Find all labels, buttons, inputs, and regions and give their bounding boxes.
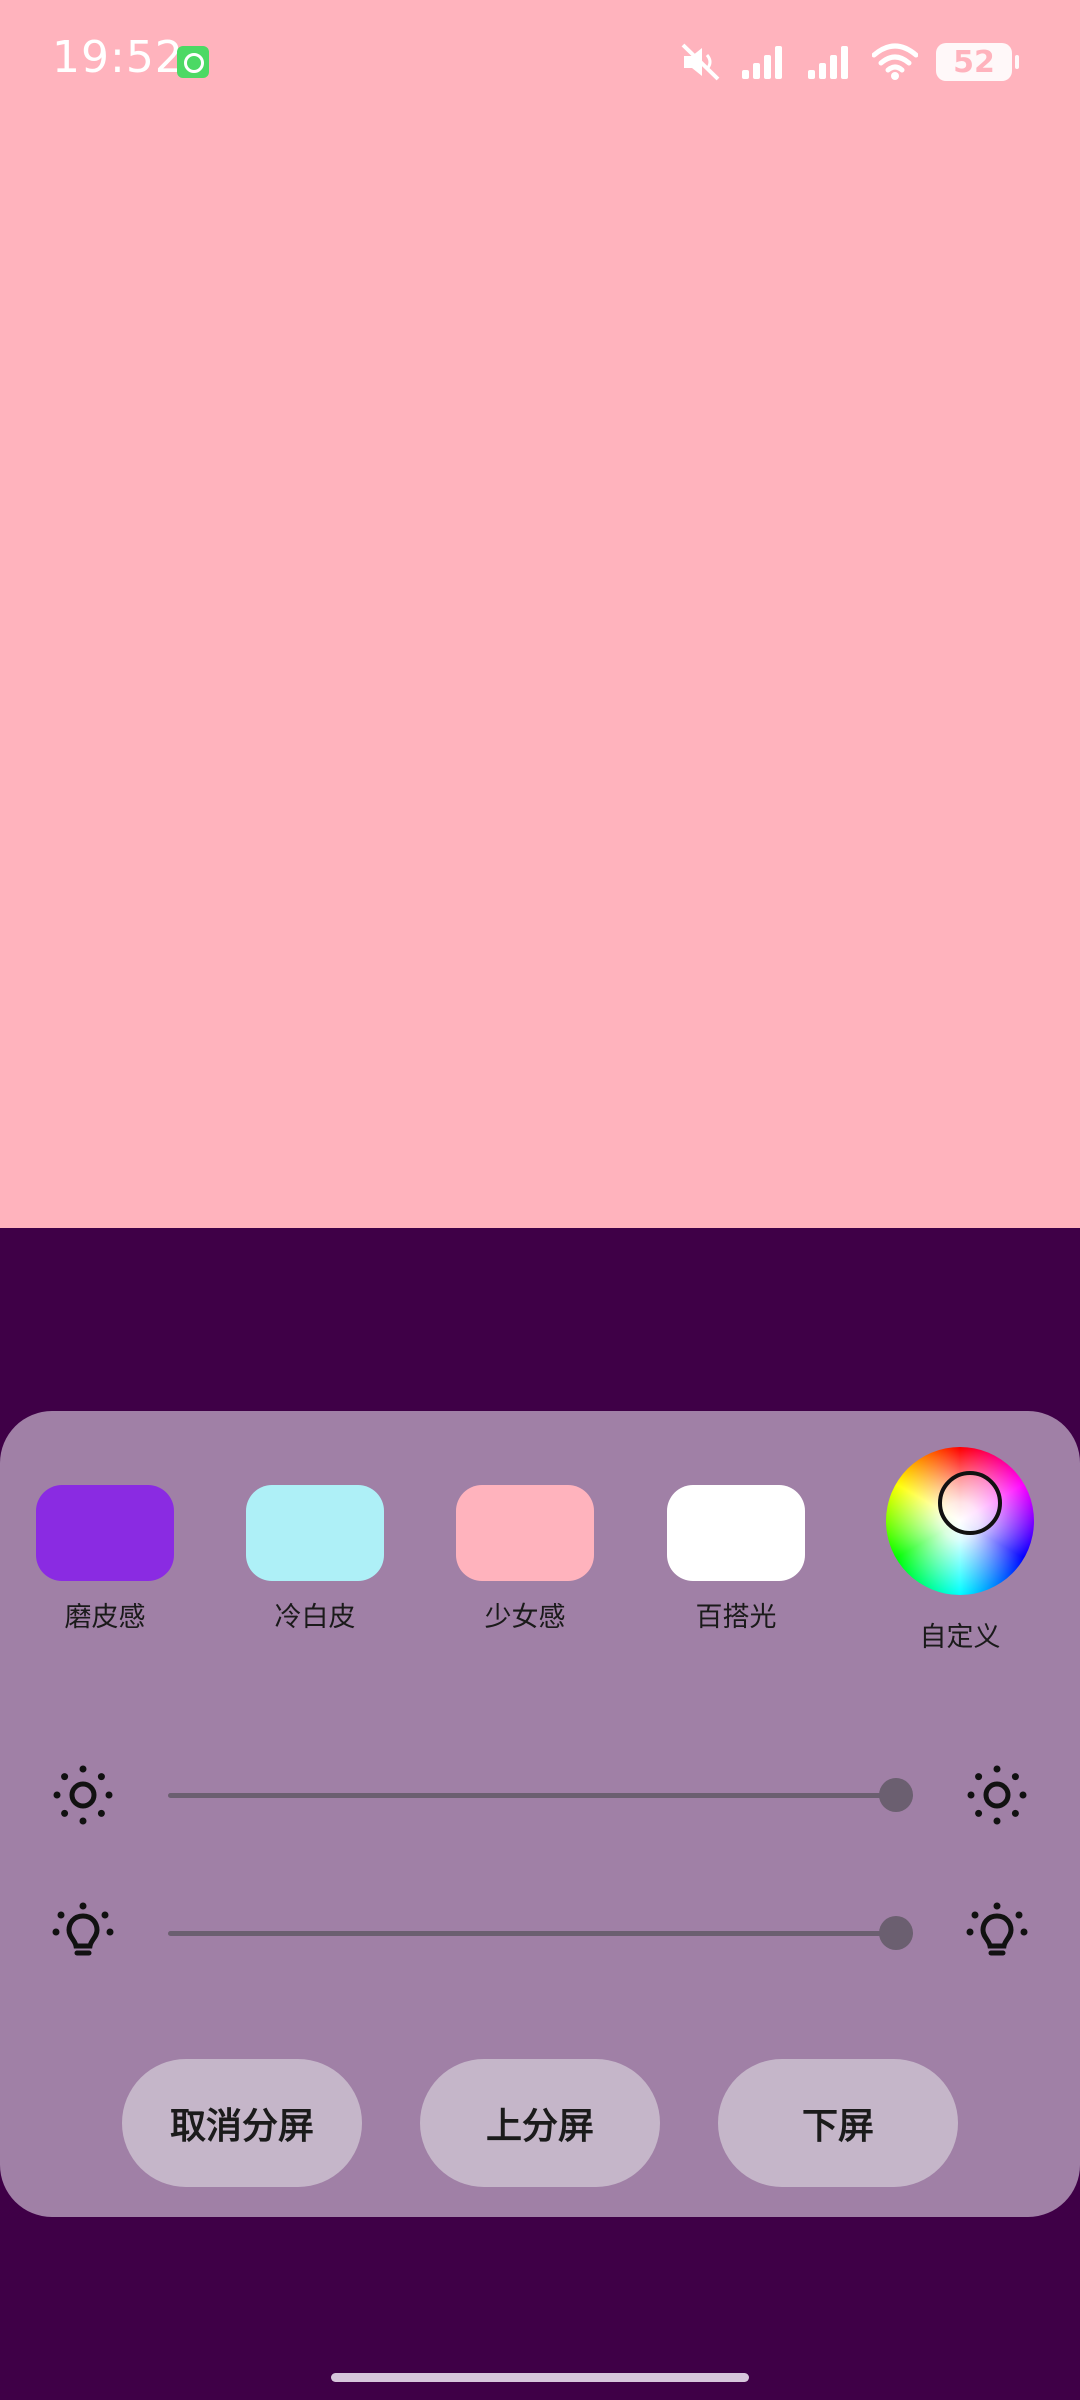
top-split-button[interactable]: 上分屏 — [420, 2059, 660, 2187]
preset-smooth-skin[interactable]: 磨皮感 — [36, 1485, 174, 1634]
preset-label: 冷白皮 — [274, 1602, 356, 1633]
preset-swatch[interactable] — [246, 1485, 384, 1581]
warmth-slider-track[interactable] — [168, 1931, 913, 1936]
battery-icon: 52 — [936, 43, 1019, 81]
preset-swatch[interactable] — [36, 1485, 174, 1581]
preset-label: 百搭光 — [695, 1602, 777, 1633]
preset-label: 少女感 — [484, 1602, 566, 1633]
split-screen-buttons: 取消分屏 上分屏 下屏 — [0, 2059, 1080, 2189]
preset-custom[interactable]: 自定义 — [882, 1447, 1038, 1654]
cancel-split-button[interactable]: 取消分屏 — [122, 2059, 362, 2187]
preset-swatch[interactable] — [456, 1485, 594, 1581]
brightness-slider-row — [0, 1749, 1080, 1839]
warmth-slider-thumb[interactable] — [879, 1916, 913, 1950]
bulb-high-icon — [966, 1902, 1028, 1956]
preset-versatile[interactable]: 百搭光 — [667, 1485, 805, 1634]
preset-swatch[interactable] — [667, 1485, 805, 1581]
light-area[interactable] — [0, 0, 1080, 1228]
warmth-slider-row — [0, 1887, 1080, 1977]
status-time: 19:52 — [52, 32, 184, 83]
app-notification-icon — [177, 46, 209, 78]
preset-girlish[interactable]: 少女感 — [456, 1485, 594, 1634]
preset-cool-white[interactable]: 冷白皮 — [246, 1485, 384, 1634]
color-picker-ring[interactable] — [938, 1471, 1002, 1535]
bottom-split-button[interactable]: 下屏 — [718, 2059, 958, 2187]
color-presets: 磨皮感 冷白皮 少女感 百搭光 自定义 — [0, 1447, 1080, 1667]
preset-label: 自定义 — [919, 1622, 1001, 1653]
battery-level: 52 — [953, 44, 995, 80]
home-indicator[interactable] — [331, 2373, 749, 2382]
status-bar: 19:52 52 — [0, 0, 1080, 120]
brightness-low-icon — [53, 1765, 113, 1825]
preset-label: 磨皮感 — [64, 1602, 146, 1633]
mute-icon — [681, 43, 720, 81]
brightness-slider-thumb[interactable] — [879, 1778, 913, 1812]
wifi-icon — [872, 43, 918, 80]
light-control-panel: 磨皮感 冷白皮 少女感 百搭光 自定义 取消分屏 上分屏 下屏 — [0, 1411, 1080, 2217]
color-wheel-icon[interactable] — [886, 1447, 1034, 1595]
brightness-slider-track[interactable] — [168, 1793, 913, 1798]
status-icons: 52 — [680, 38, 1019, 86]
brightness-high-icon — [967, 1765, 1027, 1825]
signal-icon — [808, 46, 848, 79]
bulb-low-icon — [52, 1902, 114, 1956]
signal-icon — [742, 46, 782, 79]
